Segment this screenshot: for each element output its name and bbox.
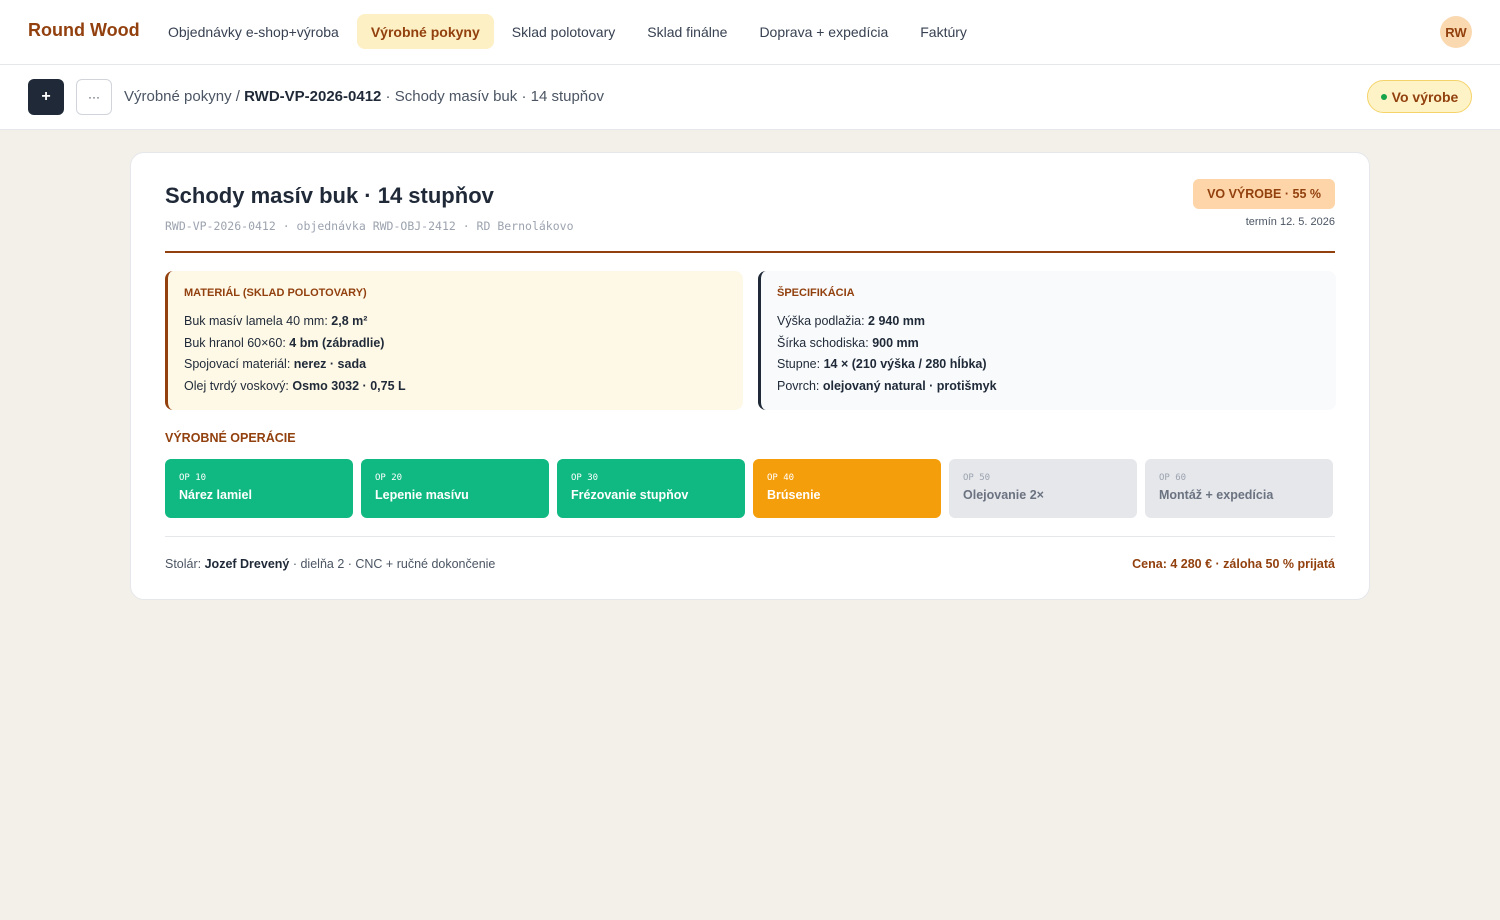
spec-label: Šírka schodiska: (777, 335, 873, 350)
material-row: Olej tvrdý voskový: Osmo 3032 · 0,75 L (184, 376, 727, 398)
material-row: Buk hranol 60×60: 4 bm (zábradlie) (184, 333, 727, 355)
material-row: Buk masív lamela 40 mm: 2,8 m² (184, 311, 727, 333)
breadcrumb-section[interactable]: Výrobné pokyny (124, 88, 232, 105)
tab-orders[interactable]: Objednávky e-shop+výroba (154, 14, 353, 49)
material-value: 2,8 m² (331, 314, 368, 328)
production-order-card: Schody masív buk · 14 stupňov RWD-VP-202… (130, 152, 1370, 600)
material-heading: MATERIÁL (SKLAD POLOTOVARY) (184, 287, 367, 299)
material-value: nerez · sada (293, 357, 367, 371)
operation-card-op60[interactable]: OP 60 Montáž + expedícia (1145, 459, 1333, 518)
tab-semi-finished-stock[interactable]: Sklad polotovary (498, 14, 630, 49)
spec-label: Povrch: (777, 378, 823, 393)
material-panel: MATERIÁL (SKLAD POLOTOVARY) Buk masív la… (165, 271, 743, 410)
price-info: Cena: 4 280 € · záloha 50 % prijatá (1132, 557, 1335, 571)
spec-label: Stupne: (777, 357, 824, 371)
carpenter-label: Stolár: (165, 557, 205, 571)
tab-invoices[interactable]: Faktúry (906, 14, 981, 49)
operation-name: Olejovanie 2× (963, 488, 1044, 502)
status-label: Vo výrobe (1391, 88, 1459, 105)
brand-logo[interactable]: Round Wood (28, 20, 140, 41)
status-badge[interactable]: Vo výrobe (1367, 80, 1472, 113)
more-options-button[interactable]: ··· (76, 79, 112, 115)
status-dot-icon (1380, 93, 1387, 100)
user-avatar[interactable]: RW (1440, 16, 1472, 48)
operation-name: Brúsenie (767, 488, 821, 502)
material-label: Buk hranol 60×60: (184, 335, 290, 350)
material-label: Spojovací materiál: (184, 357, 294, 371)
material-value: 4 bm (zábradlie) (289, 335, 385, 350)
footer-divider (165, 536, 1335, 537)
spec-row: Výška podlažia: 2 940 mm (777, 311, 1320, 333)
material-label: Buk masív lamela 40 mm: (184, 314, 332, 328)
breadcrumb: Výrobné pokyny / RWD-VP-2026-0412 · Scho… (124, 88, 604, 105)
operation-card-op50[interactable]: OP 50 Olejovanie 2× (949, 459, 1137, 518)
operation-name: Nárez lamiel (179, 488, 252, 502)
material-row: Spojovací materiál: nerez · sada (184, 354, 727, 376)
breadcrumb-code: RWD-VP-2026-0412 (244, 88, 382, 105)
main-tabs: Objednávky e-shop+výroba Výrobné pokyny … (154, 14, 981, 49)
spec-row: Stupne: 14 × (210 výška / 280 hĺbka) (777, 354, 1320, 376)
operation-code: OP 60 (1159, 473, 1187, 483)
operation-code: OP 30 (571, 473, 599, 483)
tab-shipping[interactable]: Doprava + expedícia (745, 14, 902, 49)
progress-badge: VO VÝROBE · 55 % (1193, 179, 1335, 209)
specification-heading: ŠPECIFIKÁCIA (777, 287, 855, 299)
order-meta: RWD-VP-2026-0412 · objednávka RWD-OBJ-24… (165, 219, 574, 233)
carpenter-info: Stolár: Jozef Drevený · dielňa 2 · CNC +… (165, 557, 495, 571)
top-navigation: Round Wood Objednávky e-shop+výroba Výro… (0, 0, 1500, 65)
operation-card-op10[interactable]: OP 10 Nárez lamiel (165, 459, 353, 518)
spec-row: Povrch: olejovaný natural · protišmyk (777, 376, 1320, 398)
operation-code: OP 20 (375, 473, 403, 483)
spec-value: 2 940 mm (868, 314, 926, 328)
spec-row: Šírka schodiska: 900 mm (777, 333, 1320, 355)
operation-code: OP 40 (767, 473, 795, 483)
operation-card-op30[interactable]: OP 30 Frézovanie stupňov (557, 459, 745, 518)
breadcrumb-suffix: · Schody masív buk · 14 stupňov (381, 88, 604, 105)
deadline-text: termín 12. 5. 2026 (1245, 216, 1335, 228)
operation-name: Frézovanie stupňov (571, 488, 689, 502)
specification-panel: ŠPECIFIKÁCIA Výška podlažia: 2 940 mm Ší… (758, 271, 1336, 410)
operation-name: Montáž + expedícia (1159, 488, 1274, 502)
operation-card-op40[interactable]: OP 40 Brúsenie (753, 459, 941, 518)
page-title: Schody masív buk · 14 stupňov (165, 183, 494, 208)
operation-name: Lepenie masívu (375, 488, 469, 502)
operations-heading: VÝROBNÉ OPERÁCIE (165, 431, 296, 445)
add-button[interactable]: + (28, 79, 64, 115)
material-value: Osmo 3032 · 0,75 L (292, 378, 406, 393)
operation-code: OP 10 (179, 473, 207, 483)
spec-value: 14 × (210 výška / 280 hĺbka) (823, 357, 987, 371)
page-toolbar: + ··· Výrobné pokyny / RWD-VP-2026-0412 … (0, 65, 1500, 130)
operation-code: OP 50 (963, 473, 991, 483)
operations-list: OP 10 Nárez lamiel OP 20 Lepenie masívu … (165, 459, 1333, 518)
spec-label: Výška podlažia: (777, 314, 869, 328)
tab-production-orders[interactable]: Výrobné pokyny (356, 14, 494, 49)
header-divider (165, 251, 1335, 253)
breadcrumb-separator: / (231, 88, 245, 105)
spec-value: 900 mm (872, 335, 919, 350)
spec-value: olejovaný natural · protišmyk (822, 378, 997, 393)
carpenter-details: · dielňa 2 · CNC + ručné dokončenie (289, 557, 496, 571)
tab-final-stock[interactable]: Sklad finálne (633, 14, 741, 49)
operation-card-op20[interactable]: OP 20 Lepenie masívu (361, 459, 549, 518)
material-label: Olej tvrdý voskový: (184, 378, 293, 393)
carpenter-name: Jozef Drevený (204, 557, 290, 571)
